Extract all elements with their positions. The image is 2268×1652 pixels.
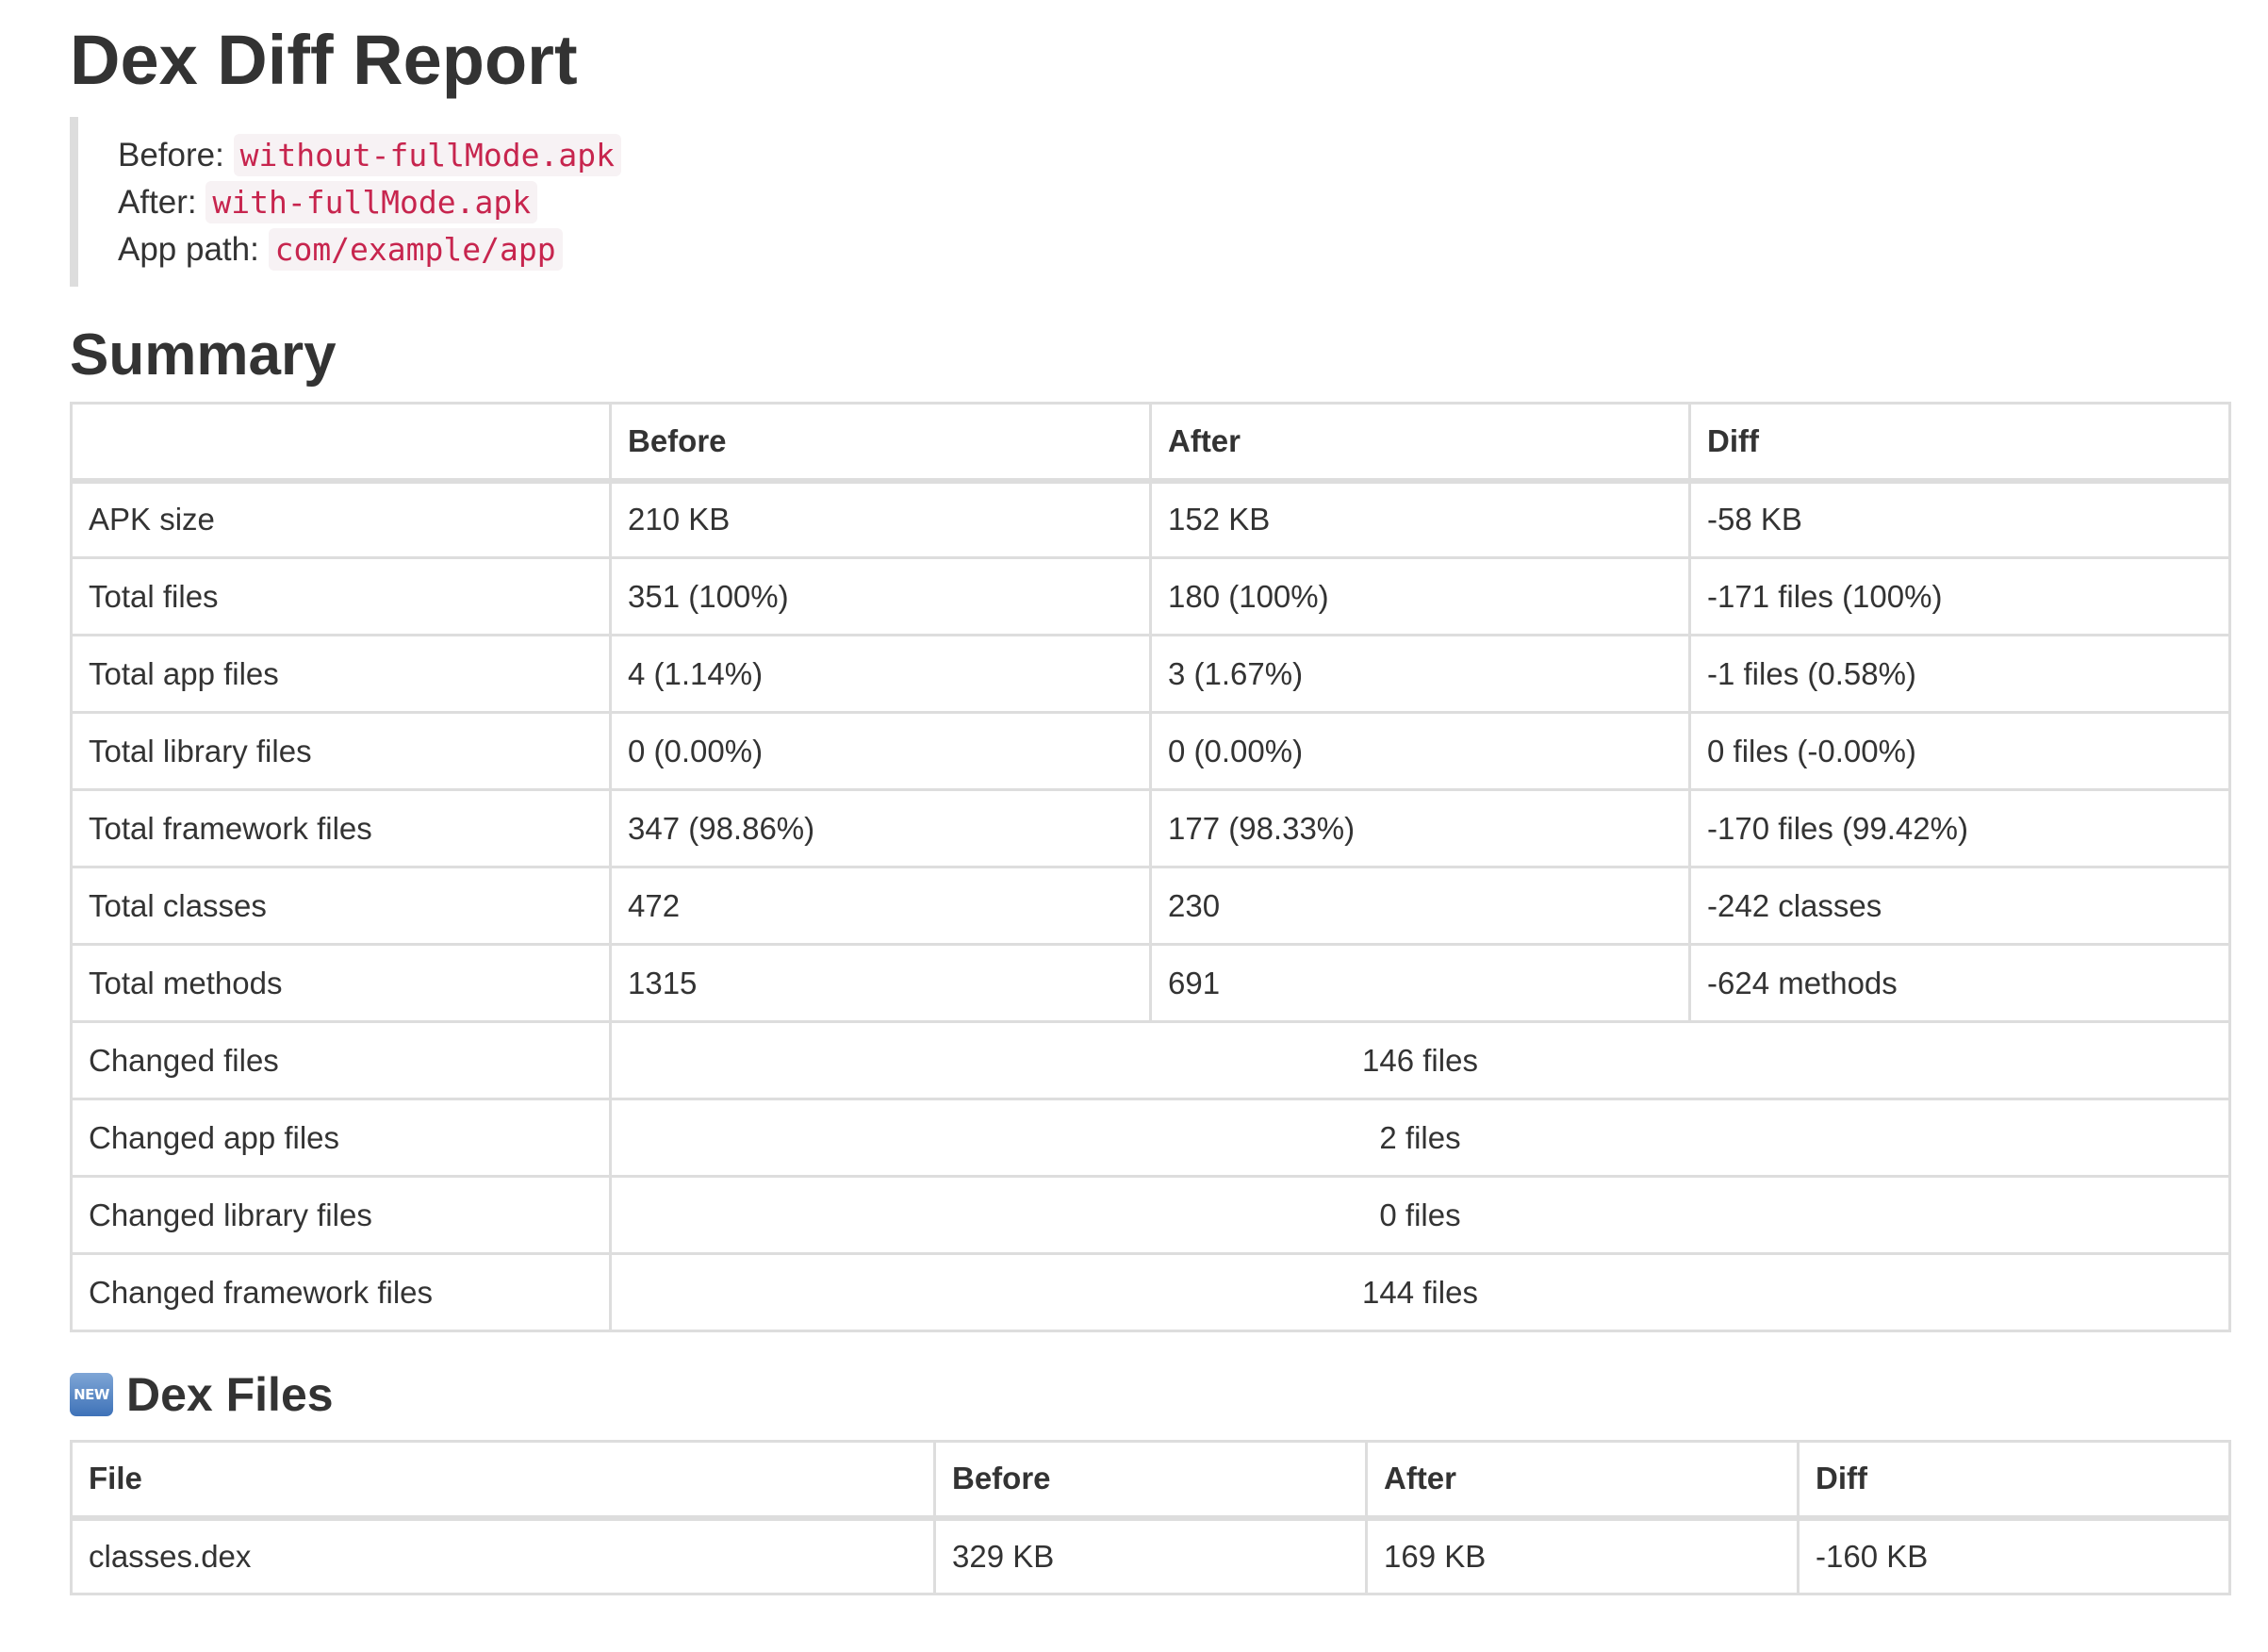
dex-header-row: File Before After Diff [70, 1440, 2231, 1521]
table-row: Total library files 0 (0.00%) 0 (0.00%) … [70, 711, 2231, 791]
row-label: Changed files [70, 1020, 612, 1100]
dex-header-file: File [70, 1440, 936, 1521]
summary-header-row: Before After Diff [70, 402, 2231, 484]
page-title: Dex Diff Report [70, 21, 578, 99]
diff-value: -242 classes [1688, 866, 2231, 946]
after-value: 3 (1.67%) [1149, 634, 1691, 714]
dex-files-table: File Before After Diff classes.dex 329 K… [70, 1440, 2231, 1595]
before-value: 347 (98.86%) [609, 788, 1152, 868]
after-value: 152 KB [1149, 479, 1691, 559]
new-badge-icon: NEW [70, 1373, 113, 1416]
after-apk-code: with-fullMode.apk [205, 181, 538, 223]
table-row: Total framework files 347 (98.86%) 177 (… [70, 788, 2231, 868]
row-label: Total methods [70, 943, 612, 1023]
before-value: 0 (0.00%) [609, 711, 1152, 791]
row-label: Total library files [70, 711, 612, 791]
before-value: 4 (1.14%) [609, 634, 1152, 714]
summary-header-diff: Diff [1688, 402, 2231, 484]
row-label: Changed framework files [70, 1252, 612, 1332]
report-page: Dex Diff Report Before: without-fullMode… [0, 0, 2231, 1595]
before-value: 210 KB [609, 479, 1152, 559]
diff-value: -1 files (0.58%) [1688, 634, 2231, 714]
before-value: 351 (100%) [609, 556, 1152, 636]
diff-value: 0 files (-0.00%) [1688, 711, 2231, 791]
table-row: classes.dex 329 KB 169 KB -160 KB [70, 1516, 2231, 1595]
table-row: APK size 210 KB 152 KB -58 KB [70, 479, 2231, 559]
table-row: Total app files 4 (1.14%) 3 (1.67%) -1 f… [70, 634, 2231, 714]
before-value: 472 [609, 866, 1152, 946]
dex-header-after: After [1365, 1440, 1800, 1521]
before-label: Before: [118, 137, 224, 173]
before-value: 1315 [609, 943, 1152, 1023]
dex-files-heading-text: Dex Files [126, 1368, 334, 1421]
changed-value: 146 files [609, 1020, 2231, 1100]
dex-file-name: classes.dex [70, 1516, 936, 1595]
after-value: 177 (98.33%) [1149, 788, 1691, 868]
row-label: Total classes [70, 866, 612, 946]
row-label: Changed library files [70, 1175, 612, 1255]
changed-value: 2 files [609, 1098, 2231, 1178]
before-value: 329 KB [933, 1516, 1368, 1595]
after-apk-line: After: with-fullMode.apk [118, 179, 2228, 226]
table-row: Changed framework files 144 files [70, 1252, 2231, 1332]
table-row: Changed app files 2 files [70, 1098, 2231, 1178]
app-path-label: App path: [118, 231, 259, 268]
summary-heading: Summary [70, 322, 337, 388]
app-path-line: App path: com/example/app [118, 226, 2228, 273]
summary-header-after: After [1149, 402, 1691, 484]
table-row: Changed files 146 files [70, 1020, 2231, 1100]
after-value: 169 KB [1365, 1516, 1800, 1595]
summary-header-cell [70, 402, 612, 484]
row-label: Changed app files [70, 1098, 612, 1178]
table-row: Total classes 472 230 -242 classes [70, 866, 2231, 946]
row-label: Total framework files [70, 788, 612, 868]
table-row: Changed library files 0 files [70, 1175, 2231, 1255]
after-value: 0 (0.00%) [1149, 711, 1691, 791]
summary-header-before: Before [609, 402, 1152, 484]
summary-table: Before After Diff APK size 210 KB 152 KB… [70, 402, 2231, 1332]
before-apk-line: Before: without-fullMode.apk [118, 132, 2228, 179]
row-label: Total app files [70, 634, 612, 714]
diff-value: -624 methods [1688, 943, 2231, 1023]
app-path-code: com/example/app [268, 228, 563, 271]
diff-value: -58 KB [1688, 479, 2231, 559]
changed-value: 144 files [609, 1252, 2231, 1332]
after-label: After: [118, 184, 197, 221]
after-value: 691 [1149, 943, 1691, 1023]
dex-files-heading: NEW Dex Files [70, 1366, 2228, 1423]
diff-value: -171 files (100%) [1688, 556, 2231, 636]
before-apk-code: without-fullMode.apk [233, 134, 621, 176]
diff-value: -170 files (99.42%) [1688, 788, 2231, 868]
table-row: Total methods 1315 691 -624 methods [70, 943, 2231, 1023]
dex-header-before: Before [933, 1440, 1368, 1521]
diff-value: -160 KB [1797, 1516, 2231, 1595]
table-row: Total files 351 (100%) 180 (100%) -171 f… [70, 556, 2231, 636]
apk-info-blockquote: Before: without-fullMode.apk After: with… [70, 117, 2228, 287]
changed-value: 0 files [609, 1175, 2231, 1255]
after-value: 230 [1149, 866, 1691, 946]
row-label: APK size [70, 479, 612, 559]
row-label: Total files [70, 556, 612, 636]
after-value: 180 (100%) [1149, 556, 1691, 636]
dex-header-diff: Diff [1797, 1440, 2231, 1521]
